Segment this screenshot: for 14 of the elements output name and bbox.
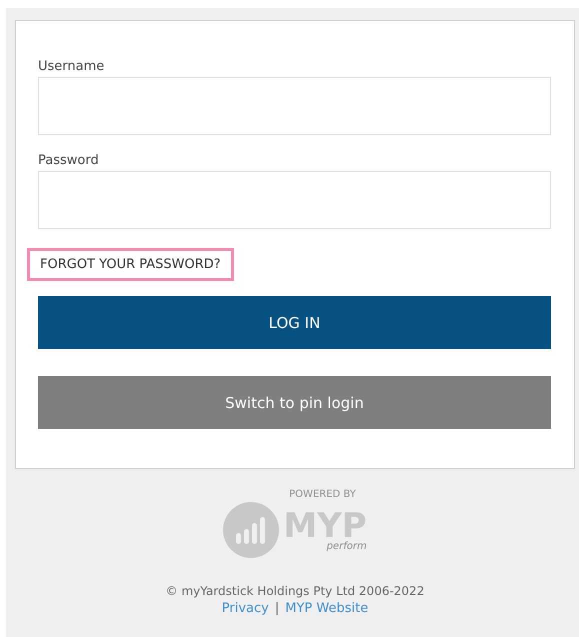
logo-tagline: perform: [326, 540, 367, 552]
input-field[interactable]: [38, 77, 551, 135]
login-button[interactable]: LOG IN: [38, 296, 551, 349]
privacy-link[interactable]: Privacy: [222, 601, 269, 616]
copyright-text: © myYardstick Holdings Pty Ltd 2006-2022: [166, 584, 424, 598]
input-field[interactable]: [38, 171, 551, 229]
link-separator: |: [274, 601, 280, 616]
bar-chart-logo-icon: [223, 502, 280, 558]
forgot-password-link[interactable]: FORGOT YOUR PASSWORD?: [27, 248, 234, 281]
website-link[interactable]: MYP Website: [285, 601, 368, 616]
pin-login-button[interactable]: Switch to pin login: [38, 376, 551, 429]
field-label: Password: [38, 153, 100, 168]
field-label: Username: [38, 59, 106, 74]
powered-by-text: POWERED BY: [289, 489, 356, 500]
